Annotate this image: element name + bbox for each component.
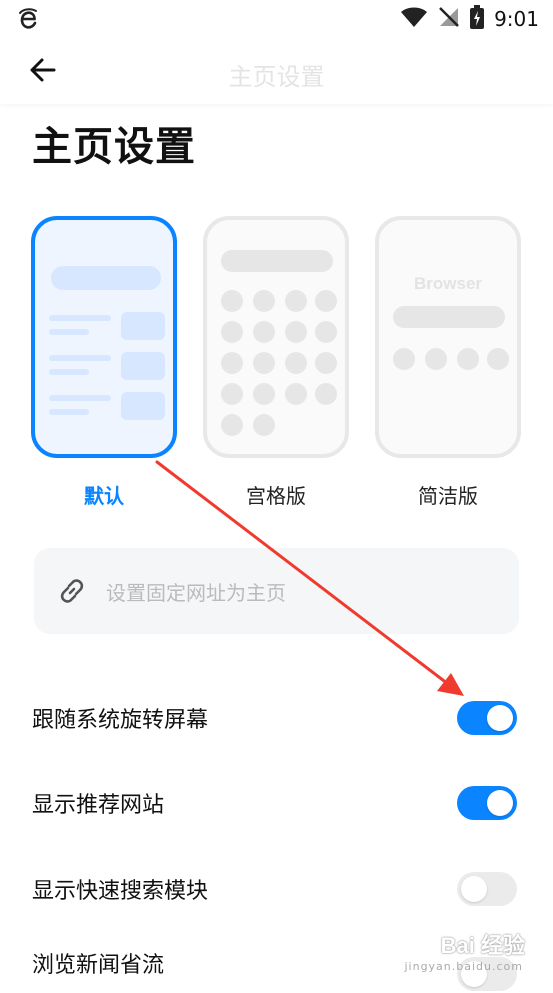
layout-option-default[interactable]: 默认: [29, 216, 179, 509]
preview-dot: [221, 414, 243, 436]
homepage-url-placeholder: 设置固定网址为主页: [106, 580, 286, 605]
app-bar: 主页设置: [0, 40, 553, 104]
preview-dot: [221, 352, 243, 374]
rotate-screen-toggle[interactable]: [457, 701, 517, 735]
preview-dot: [285, 352, 307, 374]
setting-label: 浏览新闻省流: [32, 953, 165, 978]
preview-browser-text: Browser: [413, 274, 483, 293]
preview-dot: [393, 348, 415, 370]
toggle-knob: [461, 876, 487, 902]
preview-dot: [487, 348, 509, 370]
preview-line: [49, 395, 111, 401]
status-bar: 9:01: [0, 0, 553, 40]
baidu-watermark: Bai 经验: [440, 933, 525, 958]
toggle-knob: [487, 705, 513, 731]
layout-preview-default[interactable]: [31, 216, 177, 458]
preview-dot: [285, 383, 307, 405]
preview-dot: [425, 348, 447, 370]
setting-row-recommended-sites: 显示推荐网站: [0, 773, 553, 833]
preview-dot: [221, 321, 243, 343]
layout-option-simple[interactable]: Browser 简洁版: [373, 216, 523, 509]
setting-row-rotate-screen: 跟随系统旋转屏幕: [0, 688, 553, 748]
app-bar-title: 主页设置: [228, 63, 325, 91]
quick-search-toggle[interactable]: [457, 872, 517, 906]
layout-label-simple: 简洁版: [418, 484, 478, 508]
preview-dot: [315, 352, 337, 374]
setting-row-quick-search: 显示快速搜索模块: [0, 859, 553, 919]
preview-dot: [315, 290, 337, 312]
recommended-sites-toggle[interactable]: [457, 786, 517, 820]
preview-dot: [253, 321, 275, 343]
layout-label-grid: 宫格版: [246, 484, 306, 508]
preview-dot: [285, 321, 307, 343]
preview-search-bar: [393, 306, 505, 328]
preview-dot: [221, 383, 243, 405]
layout-label-default: 默认: [84, 484, 124, 508]
preview-dot: [253, 290, 275, 312]
preview-tile: [121, 352, 165, 380]
preview-line: [49, 409, 89, 415]
preview-line: [49, 369, 89, 375]
preview-dot: [253, 383, 275, 405]
homepage-url-field[interactable]: 设置固定网址为主页: [34, 548, 519, 634]
preview-tile: [121, 312, 165, 340]
page-title: 主页设置: [32, 124, 196, 170]
preview-dot: [315, 321, 337, 343]
preview-line: [49, 329, 89, 335]
layout-preview-simple[interactable]: Browser: [375, 216, 521, 458]
setting-label: 显示快速搜索模块: [32, 879, 209, 904]
preview-line: [49, 355, 111, 361]
preview-dot: [253, 414, 275, 436]
baidu-watermark-url: jingyan.baidu.com: [404, 960, 523, 973]
wifi-icon: [400, 6, 428, 32]
battery-charging-icon: [470, 5, 485, 33]
toggle-knob: [487, 790, 513, 816]
preview-dot: [457, 348, 479, 370]
preview-dot: [253, 352, 275, 374]
preview-search-bar: [51, 266, 161, 290]
layout-preview-grid[interactable]: [203, 216, 349, 458]
preview-dot: [285, 290, 307, 312]
setting-label: 跟随系统旋转屏幕: [32, 708, 209, 733]
status-time: 9:01: [494, 7, 539, 31]
preview-dot: [315, 383, 337, 405]
preview-tile: [121, 392, 165, 420]
preview-search-bar: [221, 250, 333, 272]
preview-line: [49, 315, 111, 321]
link-icon: [56, 575, 88, 607]
preview-dot: [221, 290, 243, 312]
no-signal-icon: [438, 6, 460, 32]
browser-e-icon: [16, 6, 40, 32]
layout-option-grid[interactable]: 宫格版: [201, 216, 351, 509]
setting-label: 显示推荐网站: [32, 793, 165, 818]
